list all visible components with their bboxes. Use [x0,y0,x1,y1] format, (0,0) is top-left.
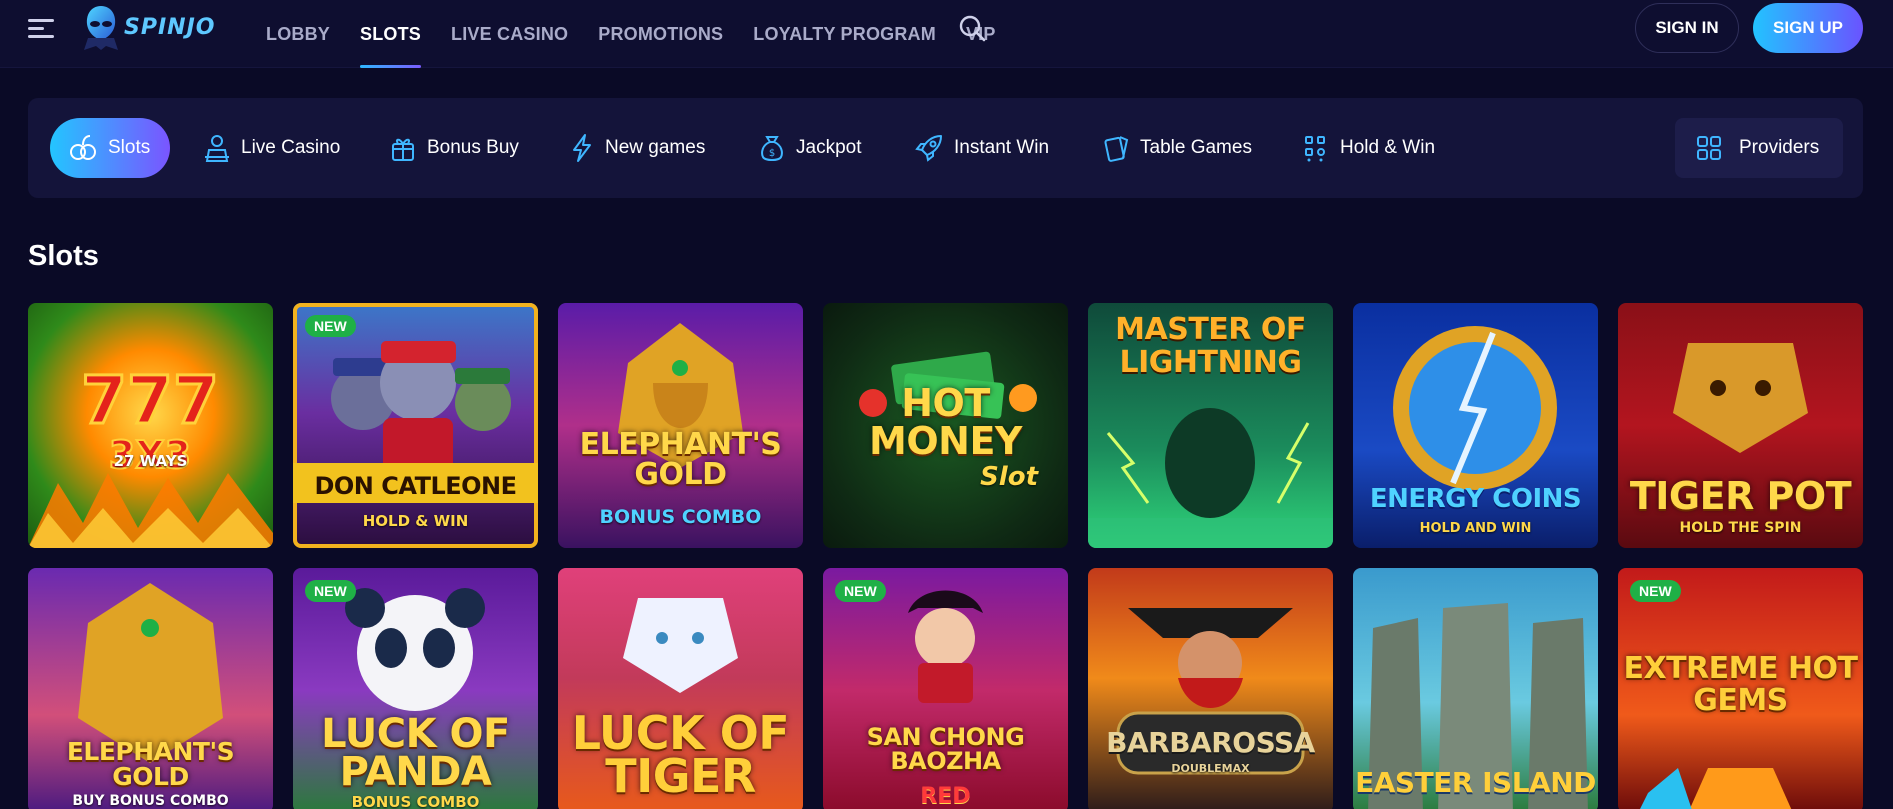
svg-text:777: 777 [81,362,219,439]
game-subtitle: BUY BONUS COMBO [72,793,229,809]
section-title: Slots [28,240,99,272]
search-icon[interactable] [957,13,987,43]
grid-icon [1697,136,1721,160]
game-title: LUCK OF PANDA [321,711,510,795]
category-label: Instant Win [954,137,1050,158]
category-live-casino[interactable]: Live Casino [203,118,340,178]
category-label: Hold & Win [1340,137,1436,158]
game-title: TIGER POT [1629,473,1852,518]
game-tile-luck-of-panda[interactable]: LUCK OF PANDA BONUS COMBO NEW [293,568,538,809]
nav-live-casino[interactable]: LIVE CASINO [451,0,568,68]
top-header: SPINJO LOBBY SLOTS LIVE CASINO PROMOTION… [0,0,1893,68]
sign-in-button[interactable]: SIGN IN [1635,3,1739,53]
category-label: Slots [108,137,151,158]
game-tile-san-chong-baozha[interactable]: SAN CHONG BAOZHA RED NEW [823,568,1068,809]
game-title: ELEPHANT'S GOLD [579,427,782,492]
game-subtitle: RED [920,784,971,809]
dealer-icon [205,135,229,162]
providers-label: Providers [1739,137,1820,158]
category-label: Jackpot [796,137,862,158]
cards-icon [1104,136,1129,162]
game-tile-777[interactable]: 777 3X3 27 WAYS [28,303,273,548]
lightning-icon [573,134,591,162]
logo-text: SPINJO [124,15,216,40]
game-tile-elephants-gold-buy-bonus[interactable]: ELEPHANT'S GOLD BUY BONUS COMBO [28,568,273,809]
game-tile-luck-of-tiger[interactable]: LUCK OF TIGER [558,568,803,809]
new-badge: NEW [1630,580,1681,602]
game-tile-master-of-lightning[interactable]: MASTER OF LIGHTNING [1088,303,1333,548]
category-new-games[interactable]: New games [569,118,705,178]
sign-up-button[interactable]: SIGN UP [1753,3,1863,53]
category-instant-win[interactable]: Instant Win [914,118,1049,178]
game-title: DON CATLEONE [314,472,517,500]
game-subtitle: HOLD AND WIN [1419,521,1532,536]
money-bag-icon: $ [761,136,783,161]
game-tile-easter-island[interactable]: EASTER ISLAND [1353,568,1598,809]
rocket-icon [915,135,942,162]
game-subtitle: BONUS COMBO [351,793,480,809]
game-title: EXTREME HOT GEMS [1623,651,1858,718]
category-label: Table Games [1140,137,1252,158]
game-tile-elephants-gold[interactable]: ELEPHANT'S GOLD BONUS COMBO [558,303,803,548]
game-title: EASTER ISLAND [1355,766,1596,799]
game-tile-tiger-pot[interactable]: TIGER POT HOLD THE SPIN [1618,303,1863,548]
game-subtitle: 27 WAYS [113,452,188,470]
menu-icon[interactable] [28,18,56,40]
category-label: Live Casino [241,137,341,158]
nav-promotions[interactable]: PROMOTIONS [598,0,723,68]
grid-dots-icon [1305,136,1325,162]
game-tile-extreme-hot-gems[interactable]: EXTREME HOT GEMS NEW [1618,568,1863,809]
category-table-games[interactable]: Table Games [1102,118,1252,178]
nav-lobby[interactable]: LOBBY [266,0,330,68]
game-subtitle: HOLD & WIN [362,512,469,530]
category-bonus-buy[interactable]: Bonus Buy [389,118,519,178]
game-tile-don-catleone[interactable]: DON CATLEONE HOLD & WIN NEW [293,303,538,548]
game-title: BARBAROSSA [1106,726,1315,759]
category-slots[interactable]: Slots [50,118,171,178]
game-tile-barbarossa[interactable]: BARBAROSSA DOUBLEMAX [1088,568,1333,809]
game-title: SAN CHONG BAOZHA [866,723,1025,775]
category-jackpot[interactable]: $ Jackpot [758,118,861,178]
svg-text:$: $ [769,148,775,159]
game-title: LUCK OF TIGER [571,705,790,804]
game-subtitle: DOUBLEMAX [1171,762,1250,775]
game-tile-energy-coins[interactable]: ENERGY COINS HOLD AND WIN [1353,303,1598,548]
gift-icon [392,138,414,161]
slots-icon [70,135,96,160]
game-subtitle: BONUS COMBO [599,506,762,528]
game-title: MASTER OF LIGHTNING [1115,312,1306,380]
new-badge: NEW [835,580,886,602]
logo[interactable]: SPINJO [76,2,216,52]
game-subtitle: Slot [980,462,1038,492]
game-tile-hot-money[interactable]: HOT MONEY Slot [823,303,1068,548]
category-label: New games [605,137,706,158]
game-title: ENERGY COINS [1369,484,1582,514]
alien-logo-icon [84,6,118,50]
category-bar: Slots Live Casino Bonus Buy New games $ … [28,98,1863,198]
new-badge: NEW [305,580,356,602]
new-badge: NEW [305,315,356,337]
category-hold-and-win[interactable]: Hold & Win [1302,118,1435,178]
category-label: Bonus Buy [427,137,519,158]
game-title: HOT MONEY [869,381,1022,463]
providers-button[interactable]: Providers [1675,118,1843,178]
game-subtitle: HOLD THE SPIN [1679,520,1802,536]
nav-slots[interactable]: SLOTS [360,0,422,68]
main-nav: LOBBY SLOTS LIVE CASINO PROMOTIONS LOYAL… [266,0,1026,68]
game-art: 777 3X3 [28,361,273,548]
nav-loyalty-program[interactable]: LOYALTY PROGRAM [753,0,936,68]
game-title: ELEPHANT'S GOLD [66,737,235,791]
